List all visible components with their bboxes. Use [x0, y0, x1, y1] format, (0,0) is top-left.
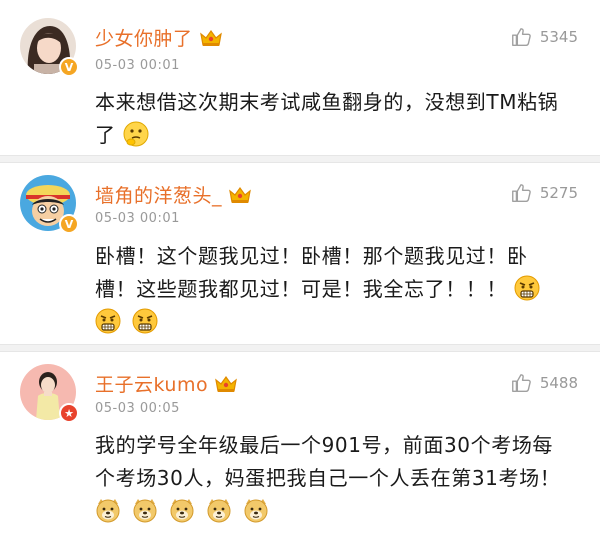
comment-body: 我的学号全年级最后一个901号，前面30个考场每个考场30人，妈蛋把我自己一个人…	[95, 429, 570, 528]
comment-body: 卧槽！这个题我见过！卧槽！那个题我见过！卧槽！这些题我都见过！可是！我全忘了！！…	[95, 240, 555, 339]
doge-emoji-icon	[206, 497, 232, 523]
comment-time: 05-03 00:05	[95, 401, 180, 416]
thumbs-up-icon	[510, 372, 532, 394]
avatar[interactable]: V	[20, 18, 79, 77]
comment-divider	[0, 344, 600, 352]
comment-text: 本来想借这次期末考试咸鱼翻身的，没想到TM粘锅了	[95, 90, 559, 147]
username-text: 墙角的洋葱头_	[95, 185, 223, 207]
username-text: 王子云kumo	[95, 374, 209, 396]
like-count: 5488	[539, 374, 578, 392]
comment-divider	[0, 155, 600, 163]
angry-emoji-icon	[95, 308, 121, 334]
avatar[interactable]: V	[20, 175, 79, 234]
username[interactable]: 少女你肿了	[95, 24, 223, 51]
avatar[interactable]: ★	[20, 364, 79, 423]
star-badge-icon: ★	[59, 403, 79, 423]
comment-text: 我的学号全年级最后一个901号，前面30个考场每个考场30人，妈蛋把我自己一个人…	[95, 433, 561, 490]
crown-icon	[214, 374, 238, 394]
crown-icon	[199, 28, 223, 48]
like-button[interactable]: 5345	[510, 26, 578, 48]
crown-icon	[228, 185, 252, 205]
comment-time: 05-03 00:01	[95, 58, 180, 73]
thinking-emoji-icon	[123, 121, 149, 147]
doge-emoji-icon	[243, 497, 269, 523]
username[interactable]: 墙角的洋葱头_	[95, 181, 252, 208]
thumbs-up-icon	[510, 26, 532, 48]
doge-emoji-icon	[169, 497, 195, 523]
comment-time: 05-03 00:01	[95, 211, 180, 226]
username[interactable]: 王子云kumo	[95, 370, 238, 397]
like-button[interactable]: 5488	[510, 372, 578, 394]
comment-text: 卧槽！这个题我见过！卧槽！那个题我见过！卧槽！这些题我都见过！可是！我全忘了！！…	[95, 244, 528, 301]
angry-emoji-icon	[132, 308, 158, 334]
like-count: 5345	[539, 28, 578, 46]
verified-v-icon: V	[59, 214, 79, 234]
angry-emoji-icon	[514, 275, 540, 301]
like-button[interactable]: 5275	[510, 182, 578, 204]
doge-emoji-icon	[95, 497, 121, 523]
username-text: 少女你肿了	[95, 28, 193, 50]
comment-body: 本来想借这次期末考试咸鱼翻身的，没想到TM粘锅了	[95, 86, 565, 152]
comment-item: V 少女你肿了 05-03 00:01 5345 本来想借这次期末考试咸鱼翻身的…	[0, 0, 600, 160]
comment-item: ★ 王子云kumo 05-03 00:05 5488 我的学号全年级最后一个90…	[0, 352, 600, 541]
comment-item: V 墙角的洋葱头_ 05-03 00:01 5275 卧槽！这个题我见过！卧槽！…	[0, 163, 600, 345]
verified-v-icon: V	[59, 57, 79, 77]
thumbs-up-icon	[510, 182, 532, 204]
like-count: 5275	[539, 184, 578, 202]
doge-emoji-icon	[132, 497, 158, 523]
